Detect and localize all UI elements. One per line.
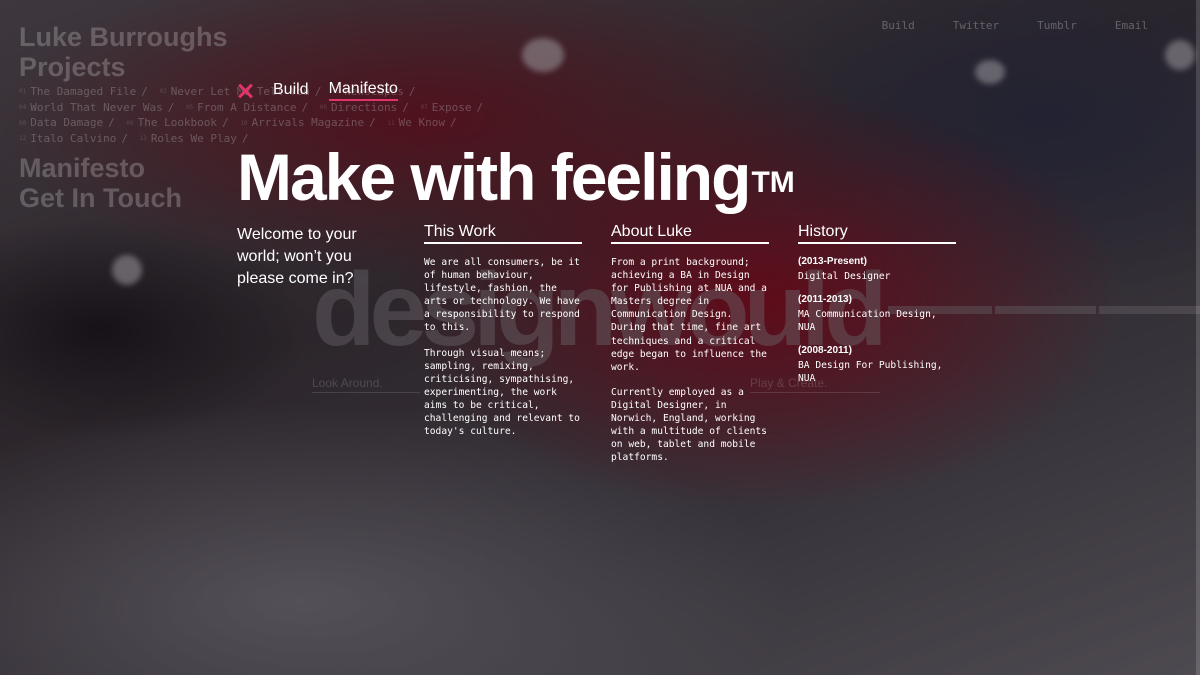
section-heading: About Luke bbox=[611, 223, 769, 244]
section-heading: This Work bbox=[424, 223, 582, 244]
history-role: BA Design For Publishing, NUA bbox=[798, 360, 943, 384]
section-heading: History bbox=[798, 223, 956, 244]
tab-manifesto[interactable]: Manifesto bbox=[328, 80, 398, 101]
scrollbar[interactable] bbox=[1196, 0, 1200, 675]
headline-text: Make with feeling bbox=[237, 140, 751, 214]
this-work-section: This Work We are all consumers, be it of… bbox=[424, 223, 582, 438]
history-item: (2011-2013) MA Communication Design, NUA bbox=[798, 294, 956, 334]
paragraph: Through visual means; sampling, remixing… bbox=[424, 347, 580, 438]
page-title: Make with feelingTM bbox=[237, 137, 795, 217]
overlay-tabs: Build Manifesto bbox=[237, 80, 418, 101]
history-date: (2013-Present) bbox=[798, 256, 867, 267]
history-section: History (2013-Present) Digital Designer … bbox=[798, 223, 956, 385]
paragraph: Currently employed as a Digital Designer… bbox=[611, 386, 767, 464]
close-icon[interactable] bbox=[237, 83, 253, 99]
trademark-symbol: TM bbox=[751, 166, 795, 199]
history-role: Digital Designer bbox=[798, 271, 891, 282]
welcome-text: Welcome to your world; won’t you please … bbox=[237, 226, 357, 287]
paragraph: We are all consumers, be it of human beh… bbox=[424, 257, 580, 334]
history-date: (2008-2011) bbox=[798, 345, 852, 356]
history-item: (2013-Present) Digital Designer bbox=[798, 256, 956, 283]
modal-backdrop[interactable] bbox=[0, 0, 1200, 675]
about-section: About Luke From a print background; achi… bbox=[611, 223, 769, 464]
tab-build[interactable]: Build bbox=[273, 81, 309, 100]
history-item: (2008-2011) BA Design For Publishing, NU… bbox=[798, 345, 956, 385]
paragraph: From a print background; achieving a BA … bbox=[611, 257, 767, 373]
history-date: (2011-2013) bbox=[798, 294, 852, 305]
history-role: MA Communication Design, NUA bbox=[798, 309, 937, 333]
